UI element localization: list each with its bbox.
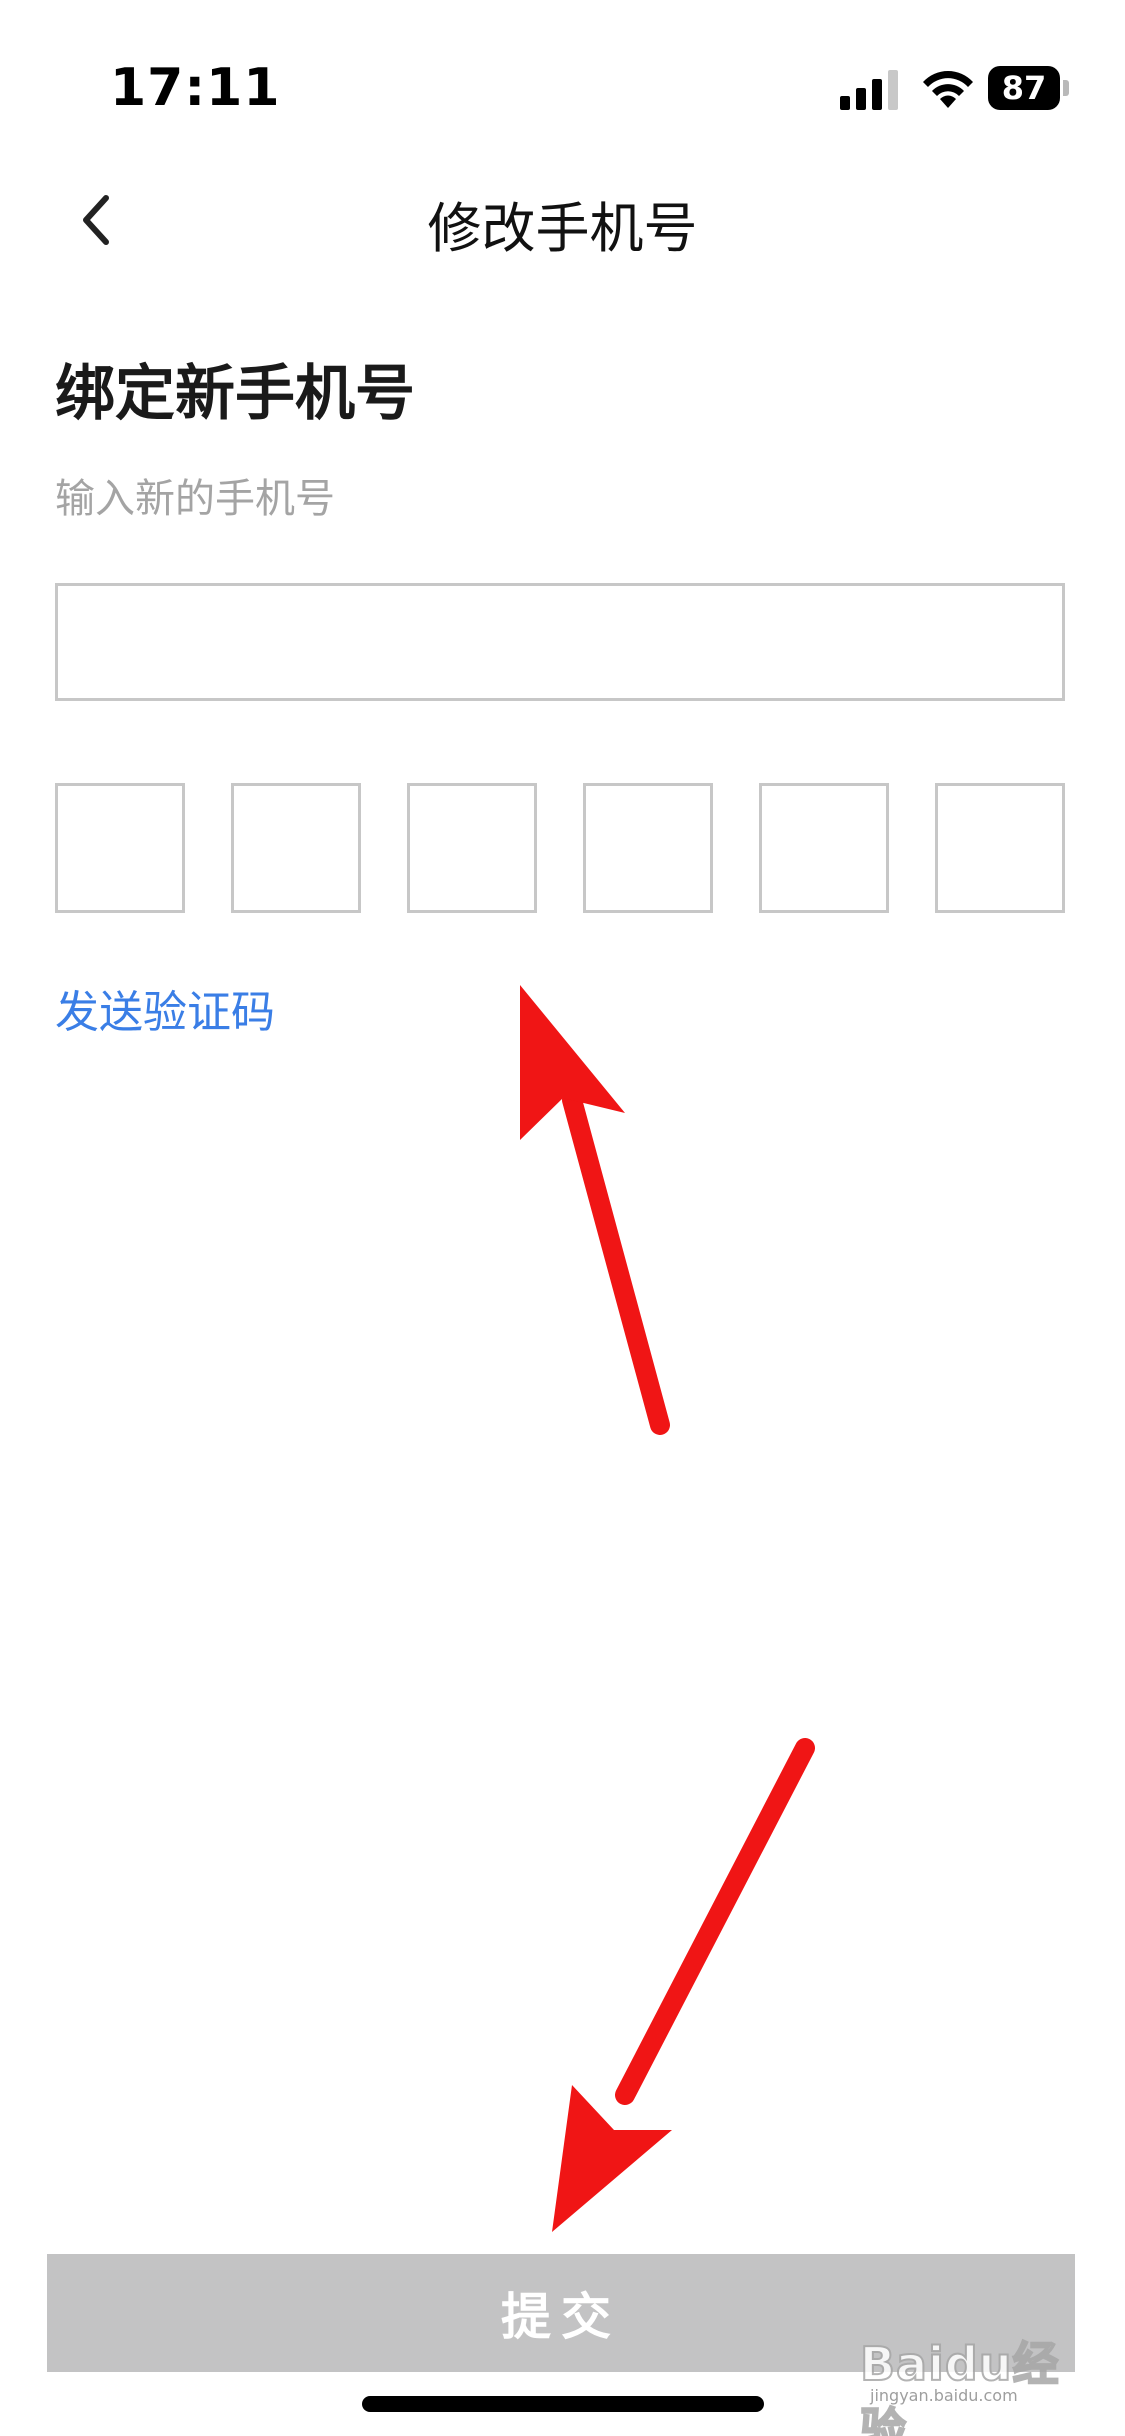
home-indicator xyxy=(362,2396,764,2412)
battery-tip xyxy=(1063,80,1069,96)
page-title: 修改手机号 xyxy=(427,197,698,260)
send-code-link[interactable]: 发送验证码 xyxy=(55,976,275,1040)
code-digit-box[interactable] xyxy=(759,783,889,913)
phone-number-input[interactable] xyxy=(55,583,1065,701)
nav-bar: 修改手机号 xyxy=(0,170,1125,270)
code-digit-box[interactable] xyxy=(583,783,713,913)
code-digit-box[interactable] xyxy=(935,783,1065,913)
wifi-icon xyxy=(923,71,973,108)
watermark-url: jingyan.baidu.com xyxy=(870,2386,1018,2405)
cellular-signal-icon xyxy=(840,70,898,110)
status-time: 17:11 xyxy=(110,58,281,118)
watermark-brand: Baidu经验 xyxy=(859,2336,1060,2436)
arrow-down-annotation-icon xyxy=(547,1743,810,2243)
baidu-jingyan-watermark: Baidu经验 jingyan.baidu.com xyxy=(859,2320,1070,2436)
status-bar: 17:11 87 xyxy=(0,0,1125,150)
battery-level: 87 xyxy=(988,66,1060,110)
arrow-up-annotation-icon xyxy=(512,975,665,1430)
code-digit-box[interactable] xyxy=(231,783,361,913)
section-title: 绑定新手机号 xyxy=(55,359,415,429)
code-digit-box[interactable] xyxy=(55,783,185,913)
verification-code-input xyxy=(55,783,1065,913)
screen: 17:11 87 修改手机号 绑定新手机号 输入新的手机号 发送验证码 提交 B… xyxy=(0,0,1125,2436)
section-subtitle: 输入新的手机号 xyxy=(55,476,335,522)
battery-icon: 87 xyxy=(988,66,1070,110)
code-digit-box[interactable] xyxy=(407,783,537,913)
